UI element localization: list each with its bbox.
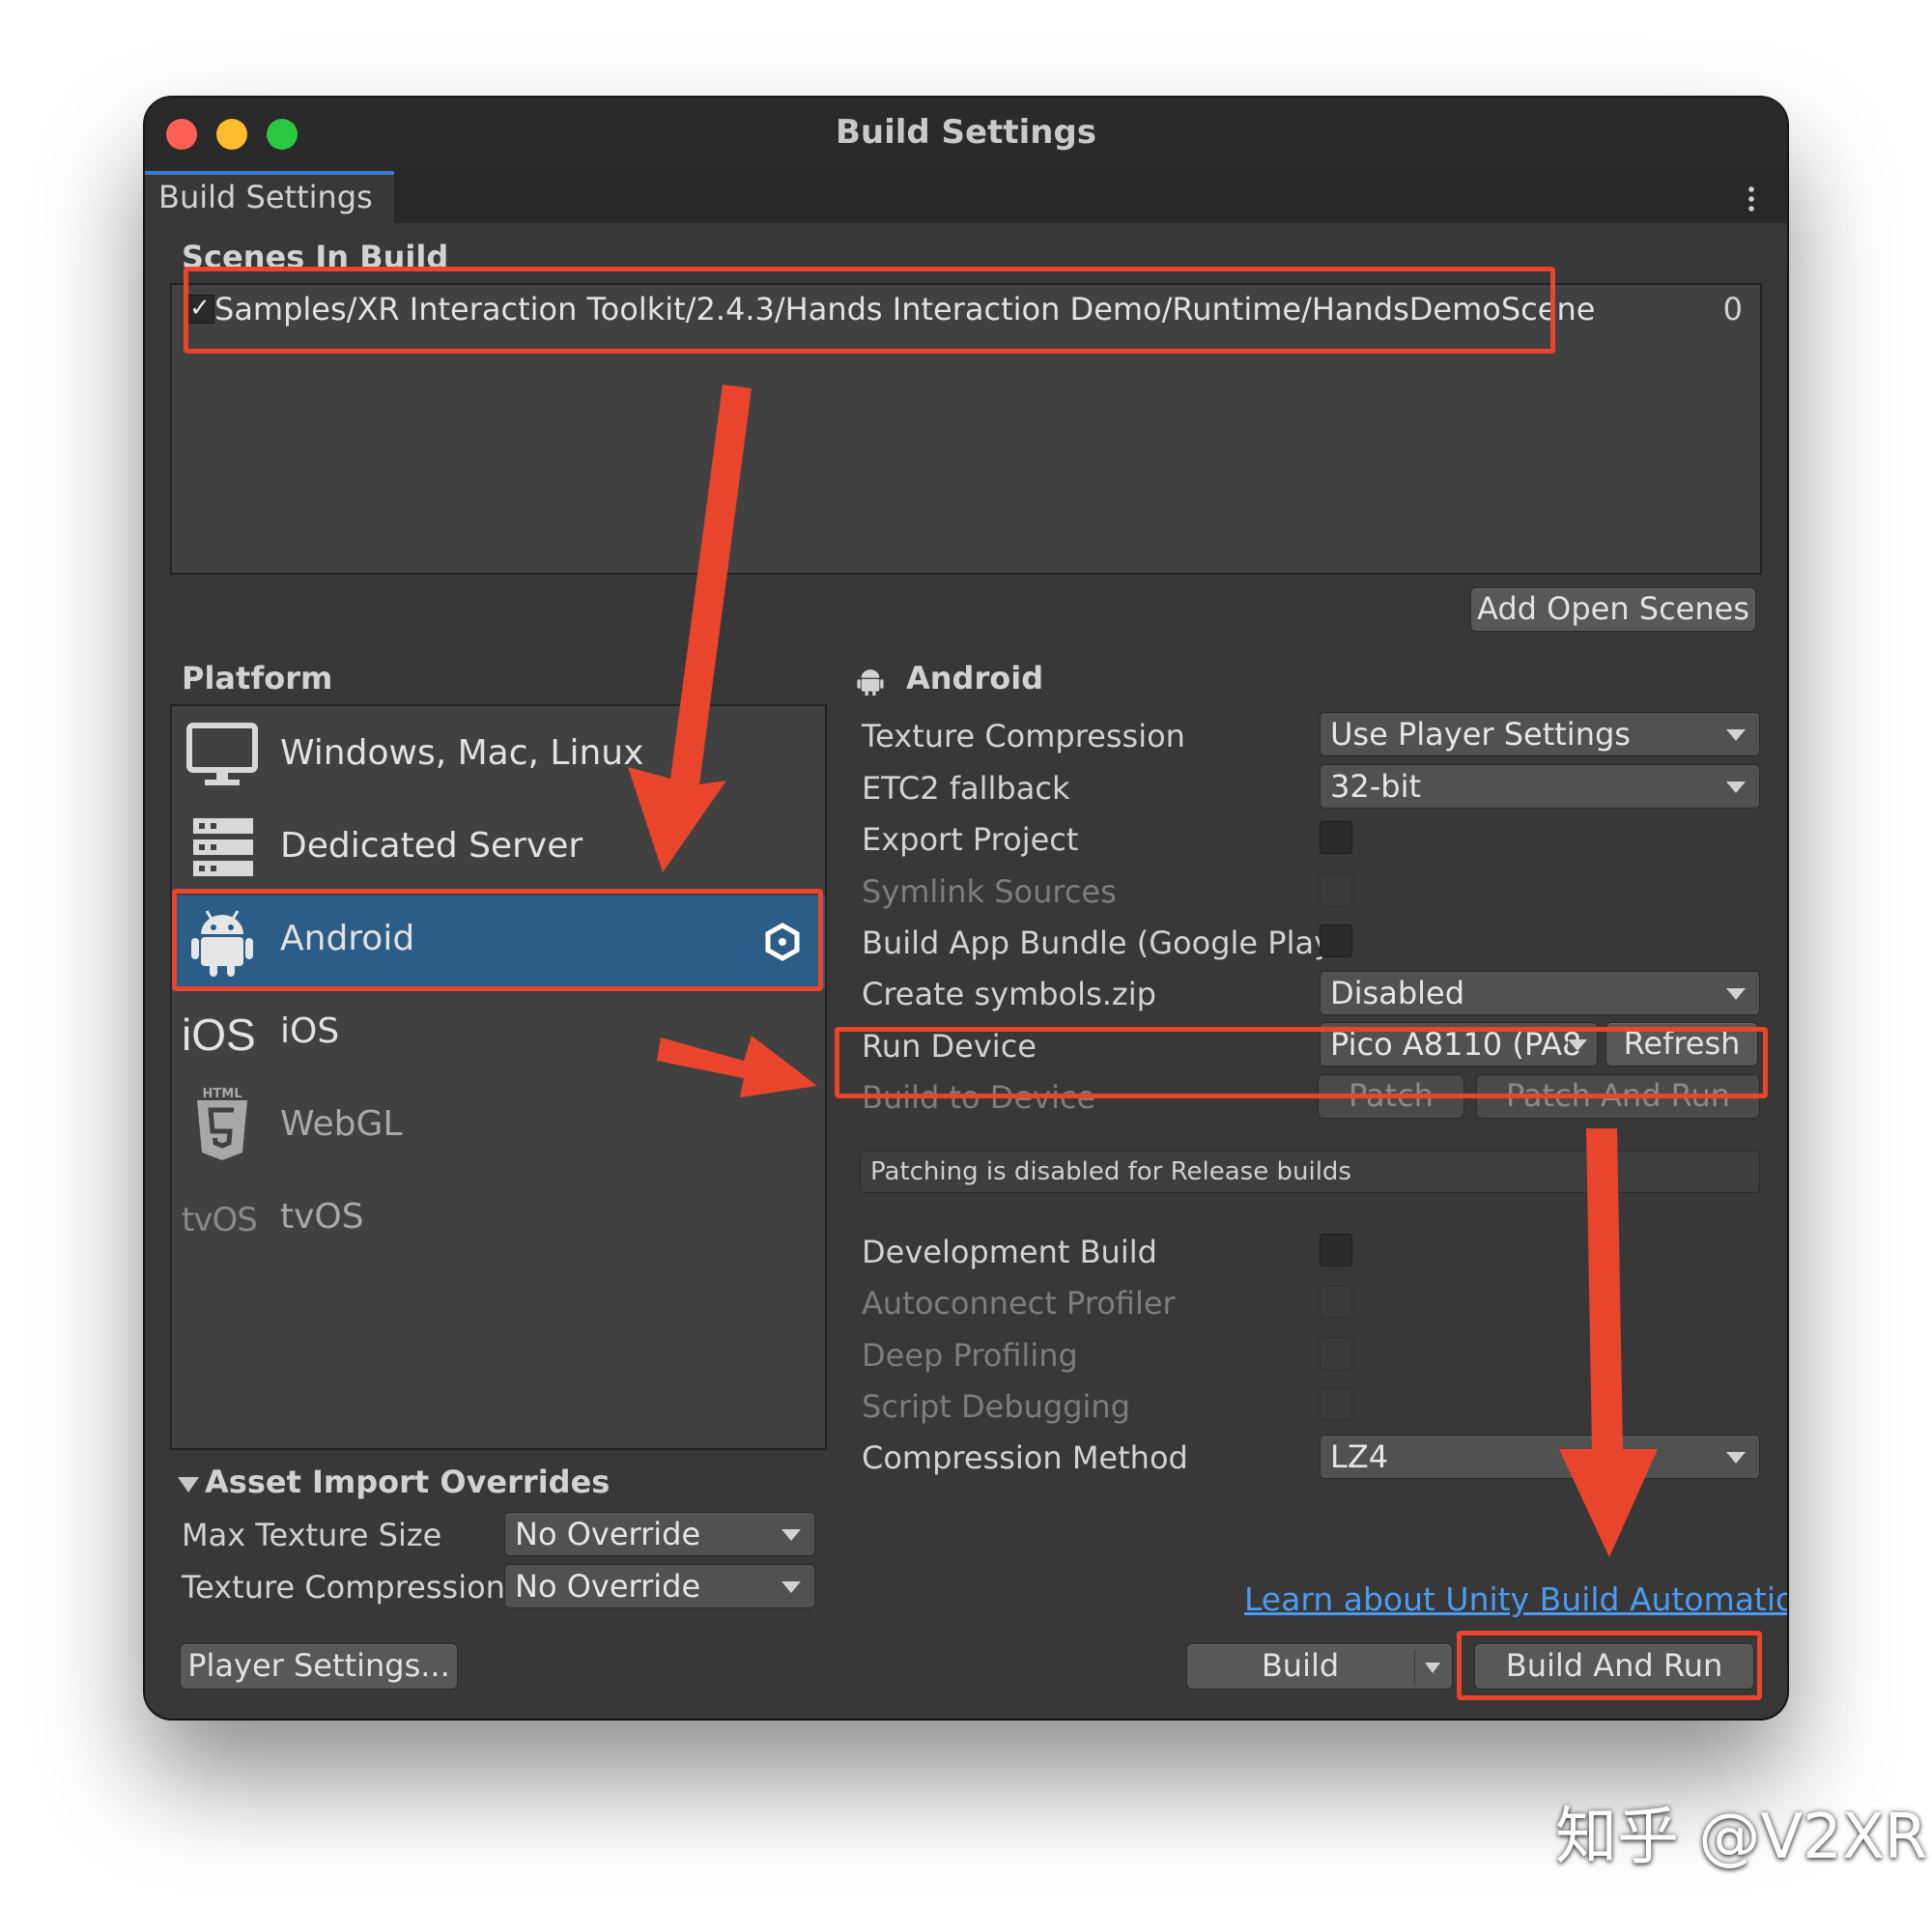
create-symbols-label: Create symbols.zip	[862, 976, 1156, 1012]
tab-strip: Build Settings	[145, 171, 1787, 223]
script-debugging-checkbox[interactable]	[1320, 1388, 1352, 1421]
refresh-button[interactable]: Refresh	[1605, 1022, 1758, 1067]
dropdown-value: Disabled	[1330, 975, 1465, 1011]
server-icon	[193, 818, 253, 876]
platform-label: iOS	[280, 1011, 340, 1051]
platform-label: Dedicated Server	[280, 826, 583, 866]
platform-item-windows-mac-linux[interactable]: Windows, Mac, Linux	[172, 710, 825, 803]
more-options-icon[interactable]	[1748, 185, 1754, 212]
platform-label: Windows, Mac, Linux	[280, 733, 644, 773]
chevron-down-icon	[781, 1581, 801, 1593]
platform-label: tvOS	[280, 1197, 364, 1237]
script-debugging-label: Script Debugging	[862, 1388, 1131, 1425]
tab-build-settings[interactable]: Build Settings	[145, 171, 394, 223]
build-options-chevron-icon[interactable]	[1425, 1663, 1440, 1673]
build-button[interactable]: Build	[1186, 1643, 1453, 1690]
android-heading-icon	[857, 669, 884, 697]
run-device-dropdown[interactable]: Pico A8110 (PA8	[1320, 1022, 1598, 1067]
dropdown-value: LZ4	[1330, 1438, 1389, 1475]
html5-icon: HTML	[184, 1087, 261, 1164]
platform-label: Android	[280, 919, 415, 958]
development-build-checkbox[interactable]	[1320, 1234, 1352, 1266]
platform-item-tvos[interactable]: tvOS tvOS	[172, 1174, 825, 1266]
patch-and-run-button[interactable]: Patch And Run	[1476, 1074, 1760, 1119]
platform-item-webgl[interactable]: HTML WebGL	[172, 1081, 825, 1174]
texture-compression-label: Texture Compression	[862, 718, 1185, 754]
platform-item-android[interactable]: Android	[172, 896, 825, 988]
platform-heading: Platform	[182, 660, 333, 697]
platform-label: WebGL	[280, 1104, 403, 1144]
build-settings-window: Build Settings Build Settings Scenes In …	[145, 98, 1787, 1719]
ios-icon: iOS	[182, 1010, 256, 1060]
add-open-scenes-button[interactable]: Add Open Scenes	[1470, 587, 1756, 632]
learn-build-automation-link[interactable]: Learn about Unity Build Automation	[1244, 1580, 1787, 1618]
patching-info-message: Patching is disabled for Release builds	[860, 1151, 1760, 1193]
split-divider	[1414, 1650, 1415, 1685]
dropdown-value: No Override	[515, 1568, 701, 1605]
run-device-label: Run Device	[862, 1028, 1037, 1065]
deep-profiling-checkbox[interactable]	[1320, 1337, 1352, 1370]
symlink-sources-checkbox[interactable]	[1320, 873, 1352, 906]
dropdown-value: Use Player Settings	[1330, 716, 1631, 753]
tvos-icon: tvOS	[182, 1201, 258, 1239]
android-icon	[191, 910, 253, 977]
export-project-checkbox[interactable]	[1320, 821, 1352, 854]
platform-item-dedicated-server[interactable]: Dedicated Server	[172, 803, 825, 896]
build-app-bundle-checkbox[interactable]	[1320, 925, 1352, 957]
watermark-text: 知乎 @V2XR	[1555, 1802, 1928, 1873]
window-title: Build Settings	[835, 113, 1097, 152]
scenes-heading: Scenes In Build	[182, 239, 449, 275]
build-and-run-button[interactable]: Build And Run	[1474, 1643, 1754, 1690]
etc2-fallback-dropdown[interactable]: 32-bit	[1320, 764, 1760, 809]
platform-item-ios[interactable]: iOS iOS	[172, 988, 825, 1081]
autoconnect-profiler-checkbox[interactable]	[1320, 1285, 1352, 1318]
symlink-sources-label: Symlink Sources	[862, 873, 1117, 910]
chevron-down-icon	[781, 1529, 801, 1541]
dropdown-value: Pico A8110 (PA8	[1330, 1026, 1582, 1063]
compression-method-label: Compression Method	[862, 1439, 1188, 1476]
scene-path: Samples/XR Interaction Toolkit/2.4.3/Han…	[214, 291, 1596, 327]
foldout-triangle-icon[interactable]	[178, 1477, 199, 1493]
monitor-icon	[186, 723, 258, 785]
platform-list: Windows, Mac, Linux Dedicated Server And…	[170, 704, 827, 1450]
scene-index: 0	[1722, 291, 1743, 327]
export-project-label: Export Project	[862, 821, 1079, 858]
dropdown-value: No Override	[515, 1516, 701, 1552]
build-to-device-label: Build to Device	[862, 1079, 1096, 1116]
android-heading: Android	[906, 660, 1044, 697]
chevron-down-icon	[1726, 782, 1746, 793]
chevron-down-icon	[1726, 988, 1746, 1000]
patch-button[interactable]: Patch	[1318, 1074, 1464, 1119]
texture-compression-dropdown[interactable]: Use Player Settings	[1320, 712, 1760, 756]
autoconnect-profiler-label: Autoconnect Profiler	[862, 1285, 1176, 1322]
html5-shield	[197, 1100, 247, 1160]
deep-profiling-label: Deep Profiling	[862, 1337, 1078, 1374]
chevron-down-icon	[1726, 1452, 1746, 1464]
asset-import-overrides-heading[interactable]: Asset Import Overrides	[205, 1464, 610, 1500]
dropdown-value: 32-bit	[1330, 768, 1422, 805]
chevron-down-icon	[1726, 729, 1746, 741]
scenes-list[interactable]: ✓ Samples/XR Interaction Toolkit/2.4.3/H…	[170, 283, 1762, 575]
create-symbols-dropdown[interactable]: Disabled	[1320, 971, 1760, 1015]
unity-logo-icon	[765, 923, 800, 961]
player-settings-button[interactable]: Player Settings...	[180, 1643, 458, 1690]
chevron-down-icon	[1568, 1039, 1587, 1051]
title-bar: Build Settings	[145, 98, 1787, 171]
max-texture-size-dropdown[interactable]: No Override	[504, 1512, 815, 1556]
asset-texture-compression-label: Texture Compression	[182, 1569, 505, 1606]
development-build-label: Development Build	[862, 1234, 1157, 1270]
build-app-bundle-label: Build App Bundle (Google Play)	[862, 925, 1345, 961]
build-button-label: Build	[1261, 1647, 1340, 1684]
etc2-fallback-label: ETC2 fallback	[862, 770, 1070, 807]
compression-method-dropdown[interactable]: LZ4	[1320, 1435, 1760, 1479]
max-texture-size-label: Max Texture Size	[182, 1517, 442, 1553]
asset-texture-compression-dropdown[interactable]: No Override	[504, 1564, 815, 1608]
scene-checkbox[interactable]: ✓	[185, 295, 214, 324]
